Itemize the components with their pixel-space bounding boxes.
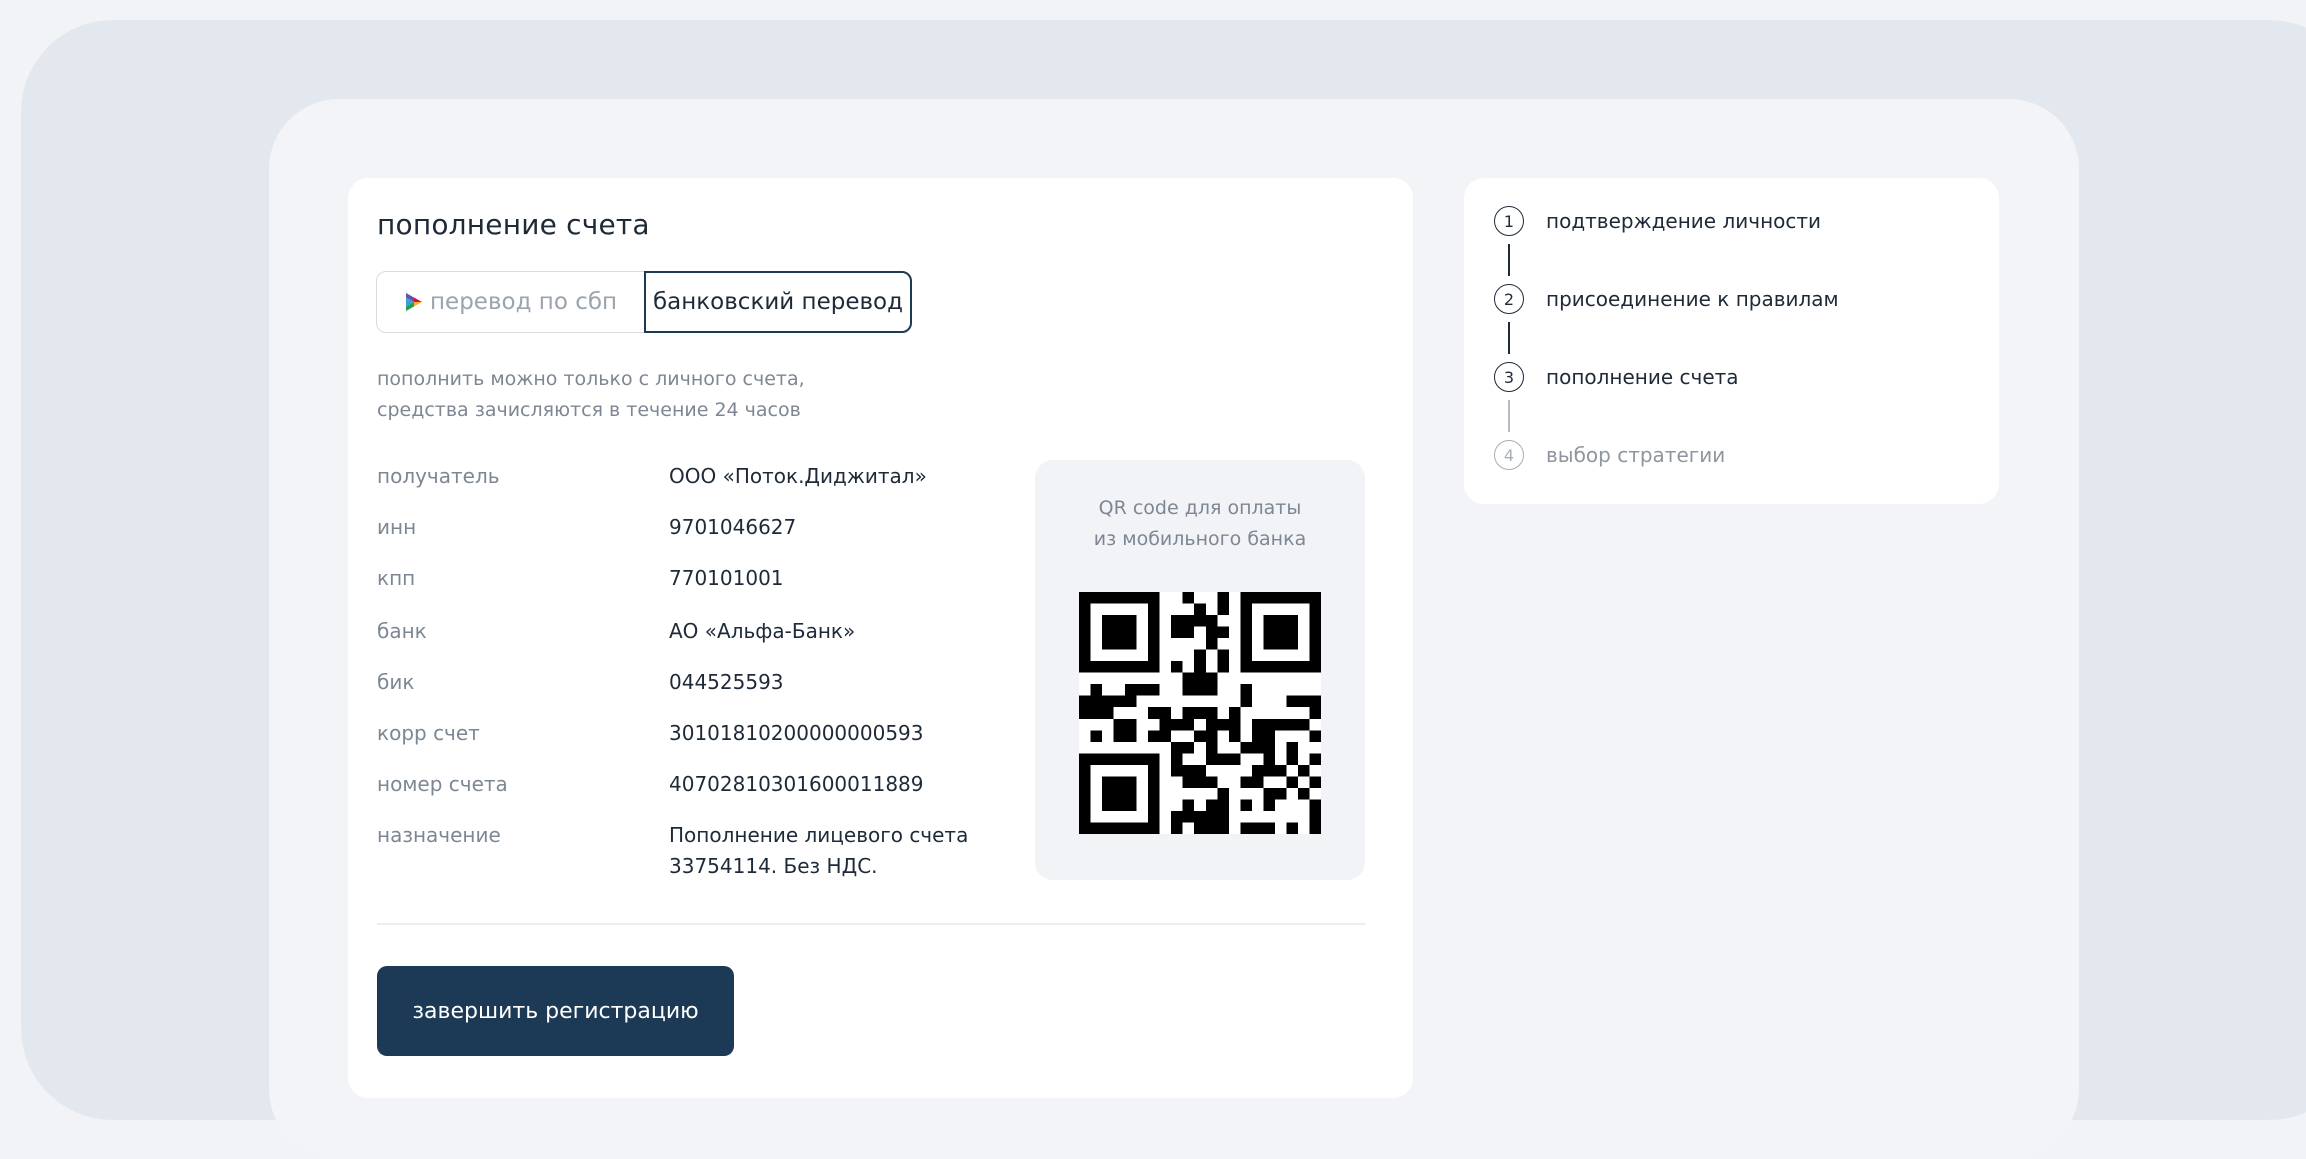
tab-bank-label: банковский перевод: [652, 289, 904, 315]
divider: [377, 923, 1365, 925]
qr-caption: QR code для оплаты из мобильного банка: [1035, 493, 1365, 555]
topup-hint: пополнить можно только с личного счета, …: [377, 364, 805, 426]
detail-label: бик: [377, 670, 415, 694]
qr-panel: QR code для оплаты из мобильного банка: [1035, 460, 1365, 880]
qr-caption-line: из мобильного банка: [1093, 528, 1307, 550]
step-identity: 1 подтверждение личности: [1494, 206, 1821, 236]
hint-line: средства зачисляются в течение 24 часов: [377, 399, 801, 421]
detail-label: корр счет: [377, 721, 480, 745]
registration-steps: 1 подтверждение личности 2 присоединение…: [1464, 178, 1999, 504]
account-topup-card: пополнение счета перевод по сбп банковск…: [348, 178, 1413, 1098]
finish-registration-button[interactable]: завершить регистрацию: [377, 966, 734, 1056]
step-connector: [1508, 322, 1510, 354]
bank-details-list: получатель ООО «Поток.Диджитал» инн 9701…: [377, 461, 1017, 882]
detail-label: банк: [377, 619, 427, 643]
tab-bank-transfer[interactable]: банковский перевод: [644, 271, 912, 333]
payment-method-tabs: перевод по сбп банковский перевод: [376, 271, 912, 333]
step-rules: 2 присоединение к правилам: [1494, 284, 1839, 314]
tab-sbp-label: перевод по сбп: [430, 289, 618, 315]
detail-row-inn: инн 9701046627: [377, 512, 1017, 543]
detail-row-kpp: кпп 770101001: [377, 563, 1017, 594]
detail-label: назначение: [377, 823, 501, 847]
detail-row-account-number: номер счета 40702810301600011889: [377, 769, 1017, 800]
detail-label: номер счета: [377, 772, 508, 796]
tab-sbp-transfer[interactable]: перевод по сбп: [376, 271, 644, 333]
sbp-logo-icon: [406, 293, 422, 311]
detail-label: кпп: [377, 566, 416, 590]
detail-value: Пополнение лицевого счета 33754114. Без …: [669, 823, 969, 878]
detail-value: 770101001: [669, 566, 784, 590]
step-label: подтверждение личности: [1546, 209, 1822, 233]
page-title: пополнение счета: [377, 208, 650, 241]
step-strategy: 4 выбор стратегии: [1494, 440, 1725, 470]
detail-value: 40702810301600011889: [669, 772, 924, 796]
detail-label: инн: [377, 515, 417, 539]
detail-row-corr-account: корр счет 30101810200000000593: [377, 718, 1017, 749]
detail-value: 9701046627: [669, 515, 797, 539]
qr-code-icon: [1079, 592, 1321, 834]
detail-value: ООО «Поток.Диджитал»: [669, 464, 927, 488]
step-connector: [1508, 244, 1510, 276]
detail-label: получатель: [377, 464, 500, 488]
detail-row-recipient: получатель ООО «Поток.Диджитал»: [377, 461, 1017, 492]
step-connector: [1508, 400, 1510, 432]
step-label: пополнение счета: [1546, 365, 1739, 389]
qr-caption-line: QR code для оплаты: [1098, 497, 1302, 519]
step-number: 2: [1494, 284, 1524, 314]
step-topup: 3 пополнение счета: [1494, 362, 1739, 392]
detail-value: АО «Альфа-Банк»: [669, 619, 856, 643]
step-number: 3: [1494, 362, 1524, 392]
detail-value: 30101810200000000593: [669, 721, 924, 745]
hint-line: пополнить можно только с личного счета,: [377, 368, 805, 390]
step-number: 4: [1494, 440, 1524, 470]
detail-row-purpose: назначение Пополнение лицевого счета 337…: [377, 820, 1017, 882]
detail-row-bik: бик 044525593: [377, 667, 1017, 698]
detail-value: 044525593: [669, 670, 784, 694]
step-number: 1: [1494, 206, 1524, 236]
detail-row-bank: банк АО «Альфа-Банк»: [377, 616, 1017, 647]
step-label: выбор стратегии: [1546, 443, 1726, 467]
step-label: присоединение к правилам: [1546, 287, 1839, 311]
